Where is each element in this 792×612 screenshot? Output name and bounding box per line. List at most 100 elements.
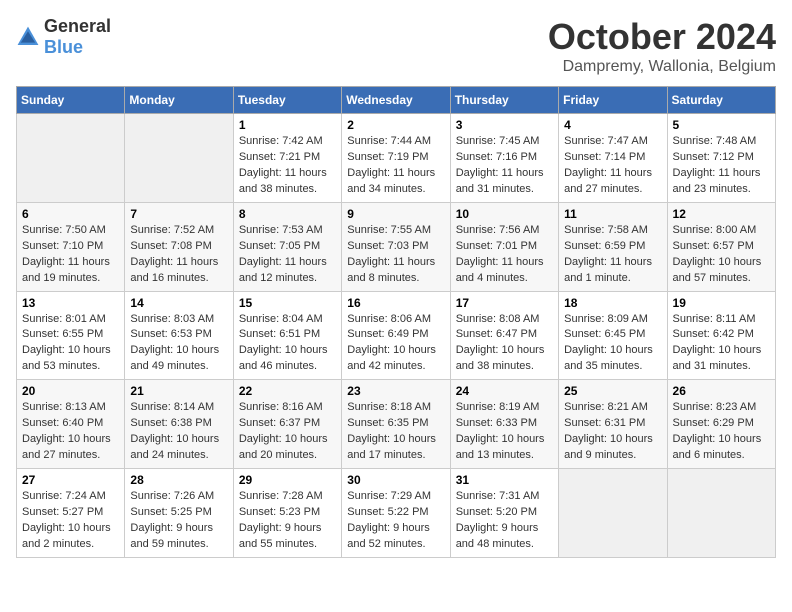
day-info: Sunrise: 7:28 AM Sunset: 5:23 PM Dayligh… <box>239 489 336 553</box>
day-number: 17 <box>456 296 553 310</box>
day-number: 1 <box>239 118 336 132</box>
day-info: Sunrise: 8:06 AM Sunset: 6:49 PM Dayligh… <box>347 312 444 376</box>
day-number: 22 <box>239 384 336 398</box>
calendar-cell: 10 Sunrise: 7:56 AM Sunset: 7:01 PM Dayli… <box>450 202 558 291</box>
calendar-cell: 31 Sunrise: 7:31 AM Sunset: 5:20 PM Dayli… <box>450 469 558 558</box>
calendar-table: SundayMondayTuesdayWednesdayThursdayFrid… <box>16 86 776 558</box>
day-number: 24 <box>456 384 553 398</box>
day-info: Sunrise: 7:48 AM Sunset: 7:12 PM Dayligh… <box>673 134 770 198</box>
day-info: Sunrise: 7:45 AM Sunset: 7:16 PM Dayligh… <box>456 134 553 198</box>
day-info: Sunrise: 7:58 AM Sunset: 6:59 PM Dayligh… <box>564 223 661 287</box>
calendar-cell: 5 Sunrise: 7:48 AM Sunset: 7:12 PM Daylig… <box>667 114 775 203</box>
day-info: Sunrise: 8:14 AM Sunset: 6:38 PM Dayligh… <box>130 400 227 464</box>
day-info: Sunrise: 7:56 AM Sunset: 7:01 PM Dayligh… <box>456 223 553 287</box>
day-number: 5 <box>673 118 770 132</box>
day-info: Sunrise: 7:44 AM Sunset: 7:19 PM Dayligh… <box>347 134 444 198</box>
day-number: 26 <box>673 384 770 398</box>
day-info: Sunrise: 7:24 AM Sunset: 5:27 PM Dayligh… <box>22 489 119 553</box>
day-of-week-header: Tuesday <box>233 87 341 114</box>
day-info: Sunrise: 8:04 AM Sunset: 6:51 PM Dayligh… <box>239 312 336 376</box>
page-header: General Blue October 2024 Dampremy, Wall… <box>16 16 776 76</box>
calendar-cell: 18 Sunrise: 8:09 AM Sunset: 6:45 PM Dayli… <box>559 291 667 380</box>
calendar-cell: 26Sunrise: 8:23 AM Sunset: 6:29 PM Dayli… <box>667 380 775 469</box>
day-number: 30 <box>347 473 444 487</box>
calendar-cell: 19Sunrise: 8:11 AM Sunset: 6:42 PM Dayli… <box>667 291 775 380</box>
day-of-week-header: Wednesday <box>342 87 450 114</box>
day-info: Sunrise: 7:50 AM Sunset: 7:10 PM Dayligh… <box>22 223 119 287</box>
day-number: 28 <box>130 473 227 487</box>
logo: General Blue <box>16 16 111 58</box>
calendar-cell <box>17 114 125 203</box>
day-info: Sunrise: 8:00 AM Sunset: 6:57 PM Dayligh… <box>673 223 770 287</box>
calendar-cell <box>125 114 233 203</box>
day-of-week-header: Sunday <box>17 87 125 114</box>
calendar-cell: 3 Sunrise: 7:45 AM Sunset: 7:16 PM Daylig… <box>450 114 558 203</box>
day-info: Sunrise: 8:09 AM Sunset: 6:45 PM Dayligh… <box>564 312 661 376</box>
day-number: 10 <box>456 207 553 221</box>
calendar-week-row: 20 Sunrise: 8:13 AM Sunset: 6:40 PM Dayli… <box>17 380 776 469</box>
calendar-cell: 9 Sunrise: 7:55 AM Sunset: 7:03 PM Daylig… <box>342 202 450 291</box>
calendar-cell: 21 Sunrise: 8:14 AM Sunset: 6:38 PM Dayli… <box>125 380 233 469</box>
day-number: 14 <box>130 296 227 310</box>
calendar-week-row: 6 Sunrise: 7:50 AM Sunset: 7:10 PM Daylig… <box>17 202 776 291</box>
day-info: Sunrise: 8:21 AM Sunset: 6:31 PM Dayligh… <box>564 400 661 464</box>
day-info: Sunrise: 7:42 AM Sunset: 7:21 PM Dayligh… <box>239 134 336 198</box>
day-number: 6 <box>22 207 119 221</box>
day-number: 13 <box>22 296 119 310</box>
calendar-cell <box>559 469 667 558</box>
day-number: 25 <box>564 384 661 398</box>
day-number: 7 <box>130 207 227 221</box>
day-info: Sunrise: 8:13 AM Sunset: 6:40 PM Dayligh… <box>22 400 119 464</box>
day-info: Sunrise: 8:03 AM Sunset: 6:53 PM Dayligh… <box>130 312 227 376</box>
day-of-week-header: Thursday <box>450 87 558 114</box>
day-info: Sunrise: 8:16 AM Sunset: 6:37 PM Dayligh… <box>239 400 336 464</box>
calendar-cell: 15Sunrise: 8:04 AM Sunset: 6:51 PM Dayli… <box>233 291 341 380</box>
calendar-cell: 22 Sunrise: 8:16 AM Sunset: 6:37 PM Dayli… <box>233 380 341 469</box>
day-info: Sunrise: 7:29 AM Sunset: 5:22 PM Dayligh… <box>347 489 444 553</box>
day-number: 3 <box>456 118 553 132</box>
day-info: Sunrise: 7:47 AM Sunset: 7:14 PM Dayligh… <box>564 134 661 198</box>
day-number: 31 <box>456 473 553 487</box>
day-of-week-header: Friday <box>559 87 667 114</box>
calendar-cell <box>667 469 775 558</box>
calendar-cell: 28 Sunrise: 7:26 AM Sunset: 5:25 PM Dayli… <box>125 469 233 558</box>
day-number: 16 <box>347 296 444 310</box>
day-number: 11 <box>564 207 661 221</box>
day-info: Sunrise: 7:52 AM Sunset: 7:08 PM Dayligh… <box>130 223 227 287</box>
month-title: October 2024 <box>548 16 776 58</box>
day-number: 9 <box>347 207 444 221</box>
calendar-cell: 29Sunrise: 7:28 AM Sunset: 5:23 PM Dayli… <box>233 469 341 558</box>
location-title: Dampremy, Wallonia, Belgium <box>548 58 776 76</box>
day-number: 8 <box>239 207 336 221</box>
calendar-cell: 16 Sunrise: 8:06 AM Sunset: 6:49 PM Dayli… <box>342 291 450 380</box>
calendar-cell: 4 Sunrise: 7:47 AM Sunset: 7:14 PM Daylig… <box>559 114 667 203</box>
day-info: Sunrise: 8:11 AM Sunset: 6:42 PM Dayligh… <box>673 312 770 376</box>
day-number: 21 <box>130 384 227 398</box>
day-number: 2 <box>347 118 444 132</box>
calendar-cell: 1 Sunrise: 7:42 AM Sunset: 7:21 PM Daylig… <box>233 114 341 203</box>
day-info: Sunrise: 7:31 AM Sunset: 5:20 PM Dayligh… <box>456 489 553 553</box>
day-info: Sunrise: 8:01 AM Sunset: 6:55 PM Dayligh… <box>22 312 119 376</box>
calendar-cell: 14 Sunrise: 8:03 AM Sunset: 6:53 PM Dayli… <box>125 291 233 380</box>
day-info: Sunrise: 8:18 AM Sunset: 6:35 PM Dayligh… <box>347 400 444 464</box>
day-info: Sunrise: 7:53 AM Sunset: 7:05 PM Dayligh… <box>239 223 336 287</box>
calendar-cell: 13 Sunrise: 8:01 AM Sunset: 6:55 PM Dayli… <box>17 291 125 380</box>
day-of-week-header: Saturday <box>667 87 775 114</box>
day-info: Sunrise: 8:08 AM Sunset: 6:47 PM Dayligh… <box>456 312 553 376</box>
calendar-cell: 24 Sunrise: 8:19 AM Sunset: 6:33 PM Dayli… <box>450 380 558 469</box>
title-block: October 2024 Dampremy, Wallonia, Belgium <box>548 16 776 76</box>
logo-blue-text: Blue <box>44 37 83 57</box>
calendar-cell: 23Sunrise: 8:18 AM Sunset: 6:35 PM Dayli… <box>342 380 450 469</box>
day-number: 20 <box>22 384 119 398</box>
day-info: Sunrise: 7:55 AM Sunset: 7:03 PM Dayligh… <box>347 223 444 287</box>
calendar-cell: 20 Sunrise: 8:13 AM Sunset: 6:40 PM Dayli… <box>17 380 125 469</box>
day-number: 18 <box>564 296 661 310</box>
day-info: Sunrise: 8:19 AM Sunset: 6:33 PM Dayligh… <box>456 400 553 464</box>
day-number: 12 <box>673 207 770 221</box>
calendar-cell: 11 Sunrise: 7:58 AM Sunset: 6:59 PM Dayli… <box>559 202 667 291</box>
calendar-cell: 2 Sunrise: 7:44 AM Sunset: 7:19 PM Daylig… <box>342 114 450 203</box>
day-number: 4 <box>564 118 661 132</box>
day-info: Sunrise: 7:26 AM Sunset: 5:25 PM Dayligh… <box>130 489 227 553</box>
calendar-cell: 8 Sunrise: 7:53 AM Sunset: 7:05 PM Daylig… <box>233 202 341 291</box>
calendar-header-row: SundayMondayTuesdayWednesdayThursdayFrid… <box>17 87 776 114</box>
